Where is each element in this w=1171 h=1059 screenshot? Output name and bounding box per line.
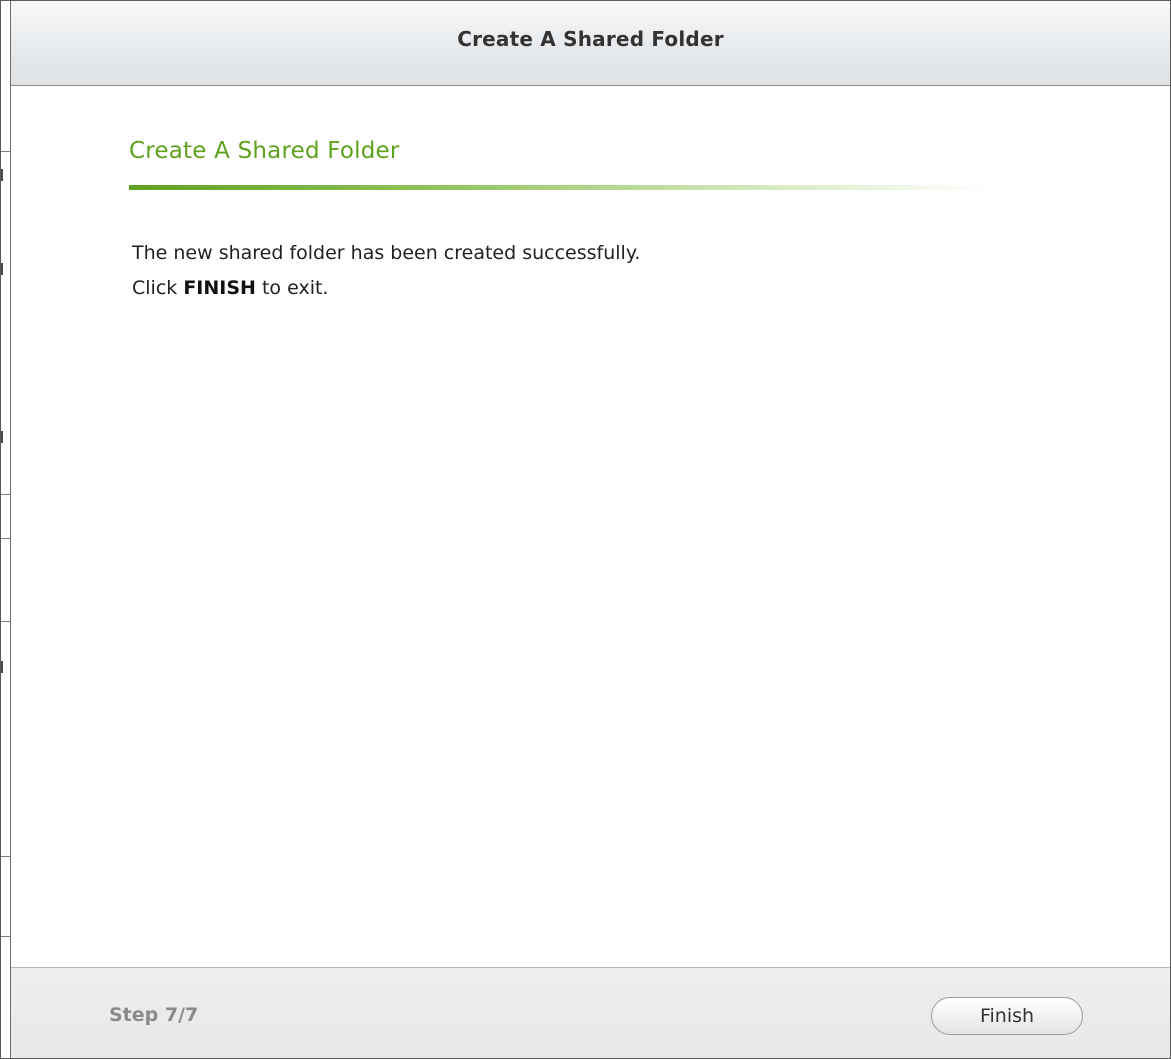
shared-folder-dialog: Create A Shared Folder Create A Shared F…: [0, 0, 1171, 1059]
edge-mark: [1, 661, 3, 673]
section-heading: Create A Shared Folder: [129, 138, 400, 164]
background-window-edge: [1, 1, 11, 1058]
edge-mark: [1, 263, 3, 275]
instruction-prefix: Click: [132, 277, 184, 299]
edge-divider: [1, 621, 10, 622]
instruction-suffix: to exit.: [255, 277, 329, 299]
edge-divider: [1, 494, 10, 495]
finish-button[interactable]: Finish: [931, 997, 1083, 1035]
edge-divider: [1, 856, 10, 857]
edge-divider: [1, 936, 10, 937]
dialog-titlebar[interactable]: Create A Shared Folder: [11, 1, 1170, 86]
edge-divider: [1, 538, 10, 539]
dialog-title: Create A Shared Folder: [457, 27, 724, 51]
heading-underline: [129, 185, 989, 190]
finish-instruction-line: Click FINISH to exit.: [132, 271, 640, 306]
dialog-content: Create A Shared Folder The new shared fo…: [11, 86, 1170, 966]
dialog-footer: Step 7/7 Finish: [11, 967, 1170, 1058]
edge-mark: [1, 431, 3, 443]
edge-divider: [1, 151, 10, 152]
finish-keyword: FINISH: [183, 277, 256, 299]
step-indicator: Step 7/7: [109, 1004, 199, 1026]
success-message: The new shared folder has been created s…: [132, 236, 640, 306]
edge-mark: [1, 169, 3, 181]
success-message-line: The new shared folder has been created s…: [132, 242, 641, 264]
